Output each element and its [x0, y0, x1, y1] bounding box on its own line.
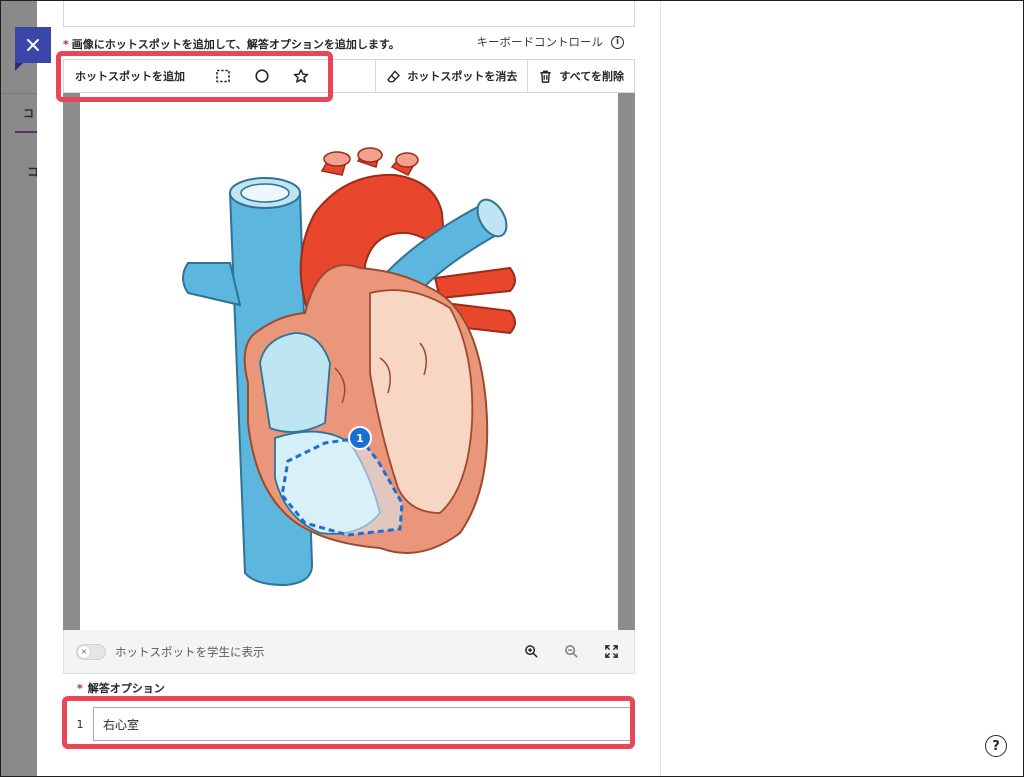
polygon-icon: [293, 69, 309, 83]
rectangle-tool-button[interactable]: [210, 63, 236, 89]
zoom-out-icon: [564, 645, 578, 658]
polygon-tool-button[interactable]: [288, 63, 314, 89]
screen: コ コ * 画像にホットスポットを追加して、解答オプションを追加します。 キーボー…: [0, 0, 1024, 777]
eraser-icon: [387, 70, 401, 82]
show-hotspot-toggle[interactable]: ×: [76, 643, 106, 660]
erase-hotspot-label: ホットスポットを消去: [407, 70, 518, 83]
zoom-controls: [522, 643, 620, 661]
zoom-out-button[interactable]: [562, 643, 580, 661]
circle-tool-button[interactable]: [249, 63, 275, 89]
answer-options-label: 解答オプション: [87, 682, 165, 695]
toggle-knob: ×: [78, 645, 90, 658]
close-button[interactable]: [15, 27, 51, 63]
fullscreen-button[interactable]: [602, 643, 620, 661]
instruction-text: * 画像にホットスポットを追加して、解答オプションを追加します。: [63, 36, 400, 52]
heart-diagram: 1: [182, 147, 516, 587]
question-text-box[interactable]: [63, 1, 635, 27]
keyboard-control-label: キーボードコントロール: [476, 35, 604, 49]
background-divider: [1, 93, 37, 94]
erase-hotspot-button[interactable]: ホットスポットを消去: [376, 59, 527, 93]
delete-all-label: すべてを削除: [559, 70, 624, 83]
zoom-in-icon: [524, 645, 538, 658]
image-area[interactable]: 1: [80, 93, 618, 630]
zoom-in-button[interactable]: [522, 643, 540, 661]
background-tab-underline: [15, 131, 37, 133]
required-mark: *: [63, 38, 69, 51]
answer-option-row: 1: [67, 706, 631, 742]
fullscreen-icon: [604, 645, 618, 658]
trash-icon: [540, 70, 552, 83]
hotspot-canvas: 1: [63, 93, 635, 630]
instruction-label: 画像にホットスポットを追加して、解答オプションを追加します。: [71, 38, 400, 51]
answer-option-input[interactable]: [93, 707, 631, 741]
close-icon: [27, 39, 39, 51]
show-hotspot-label: ホットスポットを学生に表示: [115, 644, 265, 659]
dashed-rectangle-icon: [216, 69, 230, 83]
background-page: コ コ: [1, 1, 39, 776]
answer-options-heading: * 解答オプション: [77, 680, 165, 696]
answer-option-number: 1: [76, 717, 84, 731]
required-mark: *: [77, 682, 83, 695]
close-button-tab-notch: [15, 63, 23, 71]
delete-all-button[interactable]: すべてを削除: [528, 59, 634, 93]
info-icon: i: [611, 35, 624, 49]
background-tab: コ: [23, 107, 34, 120]
add-hotspot-label: ホットスポットを追加: [75, 70, 185, 83]
help-button[interactable]: ?: [985, 735, 1007, 757]
circle-icon: [255, 69, 269, 83]
hotspot-number: 1: [356, 432, 364, 445]
hotspot-editor-panel: * 画像にホットスポットを追加して、解答オプションを追加します。 キーボードコント…: [37, 1, 661, 776]
canvas-footer: × ホットスポットを学生に表示: [63, 630, 635, 674]
hotspot-toolbar: ホットスポットを追加 ホットスポットを消去 すべてを削除: [63, 59, 635, 93]
keyboard-control-link[interactable]: キーボードコントロール i: [476, 34, 624, 50]
